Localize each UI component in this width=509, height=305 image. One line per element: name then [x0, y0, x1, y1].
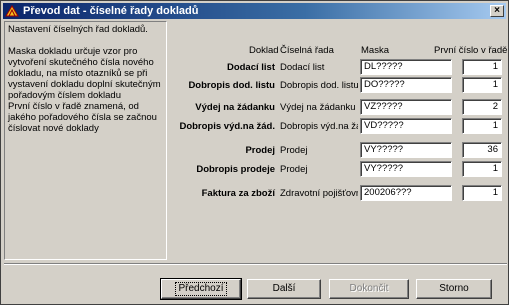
row-label-prodej: Prodej — [245, 145, 275, 156]
button-separator — [4, 263, 507, 265]
window-title: Převod dat - číselné řady dokladů — [23, 5, 199, 17]
cancel-button[interactable]: Storno — [416, 279, 492, 299]
row-series-vydej-na-zadanku: Výdej na žádanku — [280, 102, 356, 113]
mask-input-dobropis-prodeje[interactable]: VY????? — [360, 161, 452, 177]
info-panel: Nastavení číselných řad dokladů. Maska d… — [4, 21, 167, 260]
info-mask-description: Maska dokladu určuje vzor pro vytvoření … — [8, 46, 161, 101]
row-series-prodej: Prodej — [280, 145, 308, 156]
col-header-doklad: Doklad — [249, 45, 279, 56]
row-label-faktura-za-zbozi: Faktura za zboží — [201, 188, 275, 199]
info-heading: Nastavení číselných řad dokladů. — [8, 24, 148, 35]
mask-input-faktura-za-zbozi[interactable]: 200206??? — [360, 185, 452, 201]
first-number-input-faktura-za-zbozi[interactable]: 1 — [462, 185, 502, 201]
app-logo-icon — [5, 5, 19, 17]
row-label-vydej-na-zadanku: Výdej na žádanku — [195, 102, 275, 113]
row-label-dobropis-vyd-na-zad: Dobropis výd.na žád. — [179, 121, 275, 132]
first-number-input-dodaci-list[interactable]: 1 — [462, 59, 502, 75]
first-number-input-dobropis-vyd-na-zad[interactable]: 1 — [462, 118, 502, 134]
row-label-dobropis-prodeje: Dobropis prodeje — [196, 164, 275, 175]
mask-input-dodaci-list[interactable]: DL????? — [360, 59, 452, 75]
col-header-rada: Číselná řada — [280, 45, 334, 56]
dialog-window: Převod dat - číselné řady dokladů × Nast… — [0, 0, 509, 305]
title-bar[interactable]: Převod dat - číselné řady dokladů × — [3, 3, 506, 19]
row-label-dobropis-dod-listu: Dobropis dod. listu — [188, 80, 275, 91]
row-series-dodaci-list: Dodací list — [280, 62, 325, 73]
first-number-input-vydej-na-zadanku[interactable]: 2 — [462, 99, 502, 115]
row-series-dobropis-dod-listu: Dobropis dod. listu — [280, 80, 358, 91]
mask-input-dobropis-dod-listu[interactable]: DO????? — [360, 77, 452, 93]
row-label-dodaci-list: Dodací list — [226, 62, 275, 73]
col-header-maska: Maska — [361, 45, 389, 56]
mask-input-prodej[interactable]: VY????? — [360, 142, 452, 158]
first-number-input-dobropis-prodeje[interactable]: 1 — [462, 161, 502, 177]
finish-button[interactable]: Dokončit — [329, 279, 409, 299]
previous-button[interactable]: Předchozí — [160, 278, 242, 300]
mask-input-dobropis-vyd-na-zad[interactable]: VD????? — [360, 118, 452, 134]
first-number-input-prodej[interactable]: 36 — [462, 142, 502, 158]
close-button[interactable]: × — [490, 5, 504, 17]
col-header-prvni: První číslo v řadě — [434, 45, 508, 56]
info-first-number-description: První číslo v řadě znamená, od jakého po… — [8, 101, 157, 134]
first-number-input-dobropis-dod-listu[interactable]: 1 — [462, 77, 502, 93]
row-series-faktura-za-zbozi: Zdravotní pojišťovna — [280, 188, 358, 199]
mask-input-vydej-na-zadanku[interactable]: VZ????? — [360, 99, 452, 115]
close-icon: × — [494, 5, 500, 16]
next-button[interactable]: Další — [247, 279, 321, 299]
row-series-dobropis-vyd-na-zad: Dobropis výd.na žác — [280, 121, 358, 132]
row-series-dobropis-prodeje: Prodej — [280, 164, 308, 175]
